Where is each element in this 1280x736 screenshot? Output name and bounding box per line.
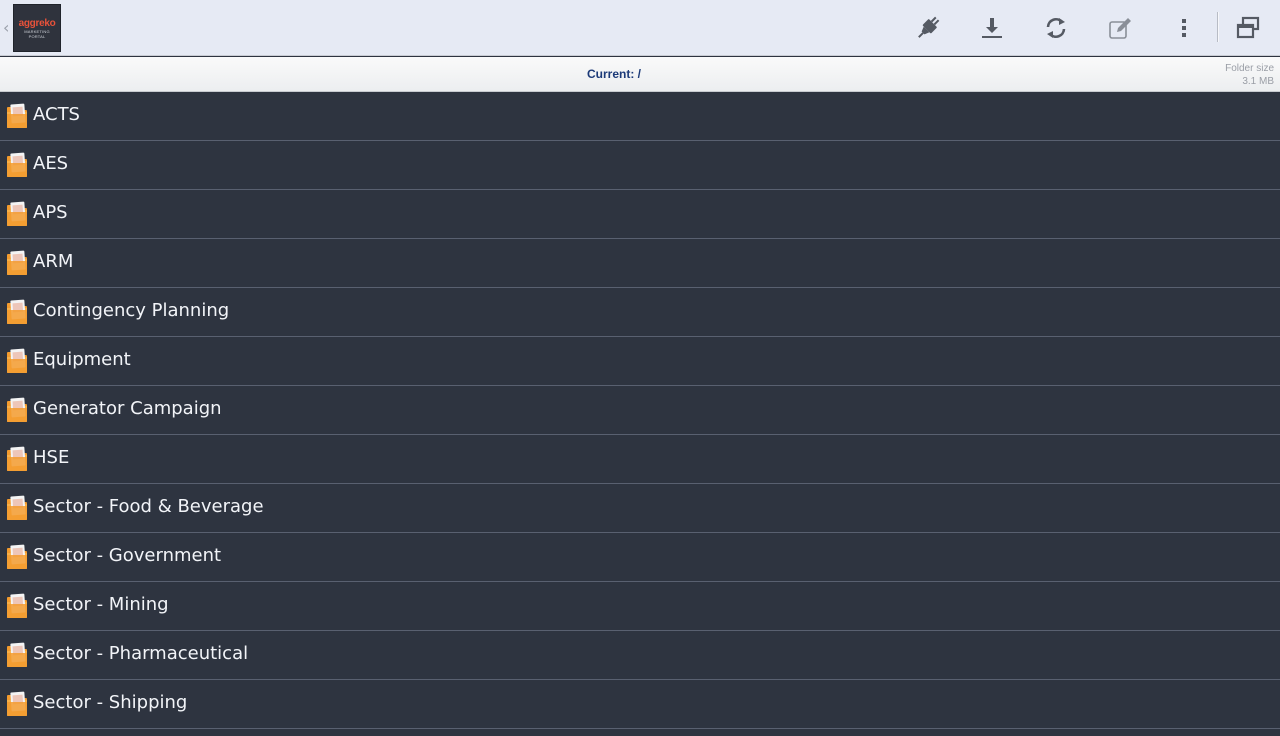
current-path: Current: / [587, 67, 641, 81]
folder-row[interactable]: HSE [0, 435, 1280, 484]
logo-sub-text-2: PORTAL [28, 33, 46, 39]
path-bar: Current: / Folder size 3.1 MB [0, 57, 1280, 92]
folder-size-label: Folder size [1225, 63, 1274, 74]
folder-icon [7, 397, 27, 422]
folder-label: AES [33, 153, 69, 174]
folder-label: Sector - Food & Beverage [33, 496, 264, 517]
download-icon [982, 18, 1002, 38]
folder-row[interactable]: ACTS [0, 92, 1280, 141]
folder-row[interactable]: Sector - Pharmaceutical [0, 631, 1280, 680]
window-button[interactable] [1228, 8, 1268, 48]
overflow-menu-button[interactable] [1164, 8, 1204, 48]
download-button[interactable] [972, 8, 1012, 48]
folder-row[interactable]: Contingency Planning [0, 288, 1280, 337]
folder-row[interactable]: ARM [0, 239, 1280, 288]
folder-label: Equipment [33, 349, 131, 370]
folder-row[interactable]: APS [0, 190, 1280, 239]
folder-row[interactable]: Sector - Mining [0, 582, 1280, 631]
folder-row[interactable]: Generator Campaign [0, 386, 1280, 435]
folder-row[interactable]: Equipment [0, 337, 1280, 386]
folder-icon [7, 250, 27, 275]
folder-row[interactable]: Sector - Food & Beverage [0, 484, 1280, 533]
folder-label: Sector - Shipping [33, 692, 188, 713]
app-logo[interactable]: aggreko MARKETING PORTAL [13, 4, 61, 52]
edit-icon [1109, 18, 1131, 39]
folder-icon [7, 348, 27, 373]
window-icon [1236, 16, 1260, 39]
folder-label: Sector - Government [33, 545, 222, 566]
action-bar: ‹ aggreko MARKETING PORTAL [0, 0, 1280, 56]
folder-label: HSE [33, 447, 70, 468]
folder-icon [7, 201, 27, 226]
connect-button[interactable] [908, 8, 948, 48]
folder-list: ACTS AES APS ARM Contingency Planning Equipme… [0, 92, 1280, 736]
refresh-icon [1046, 18, 1066, 38]
refresh-button[interactable] [1036, 8, 1076, 48]
folder-label: Sector - Pharmaceutical [33, 643, 249, 664]
folder-icon [7, 642, 27, 667]
folder-row[interactable]: Sector - Shipping [0, 680, 1280, 729]
folder-icon [7, 544, 27, 569]
folder-icon [7, 152, 27, 177]
folder-row[interactable]: AES [0, 141, 1280, 190]
logo-brand-text: aggreko [18, 17, 56, 29]
folder-icon [7, 299, 27, 324]
folder-label: Contingency Planning [33, 300, 230, 321]
up-caret-icon[interactable]: ‹ [3, 18, 13, 38]
folder-row[interactable]: Sector - Government [0, 533, 1280, 582]
action-bar-divider [1217, 12, 1219, 42]
folder-icon [7, 103, 27, 128]
edit-button[interactable] [1100, 8, 1140, 48]
folder-icon [7, 495, 27, 520]
folder-icon [7, 446, 27, 471]
plug-icon [918, 16, 940, 38]
folder-label: APS [33, 202, 68, 223]
folder-label: Generator Campaign [33, 398, 222, 419]
folder-label: ACTS [33, 104, 80, 125]
folder-label: Sector - Mining [33, 594, 169, 615]
overflow-menu-icon [1182, 19, 1186, 37]
folder-size-value: 3.1 MB [1242, 76, 1274, 87]
folder-label: ARM [33, 251, 74, 272]
folder-icon [7, 691, 27, 716]
folder-size: Folder size 3.1 MB [1225, 62, 1274, 88]
folder-icon [7, 593, 27, 618]
